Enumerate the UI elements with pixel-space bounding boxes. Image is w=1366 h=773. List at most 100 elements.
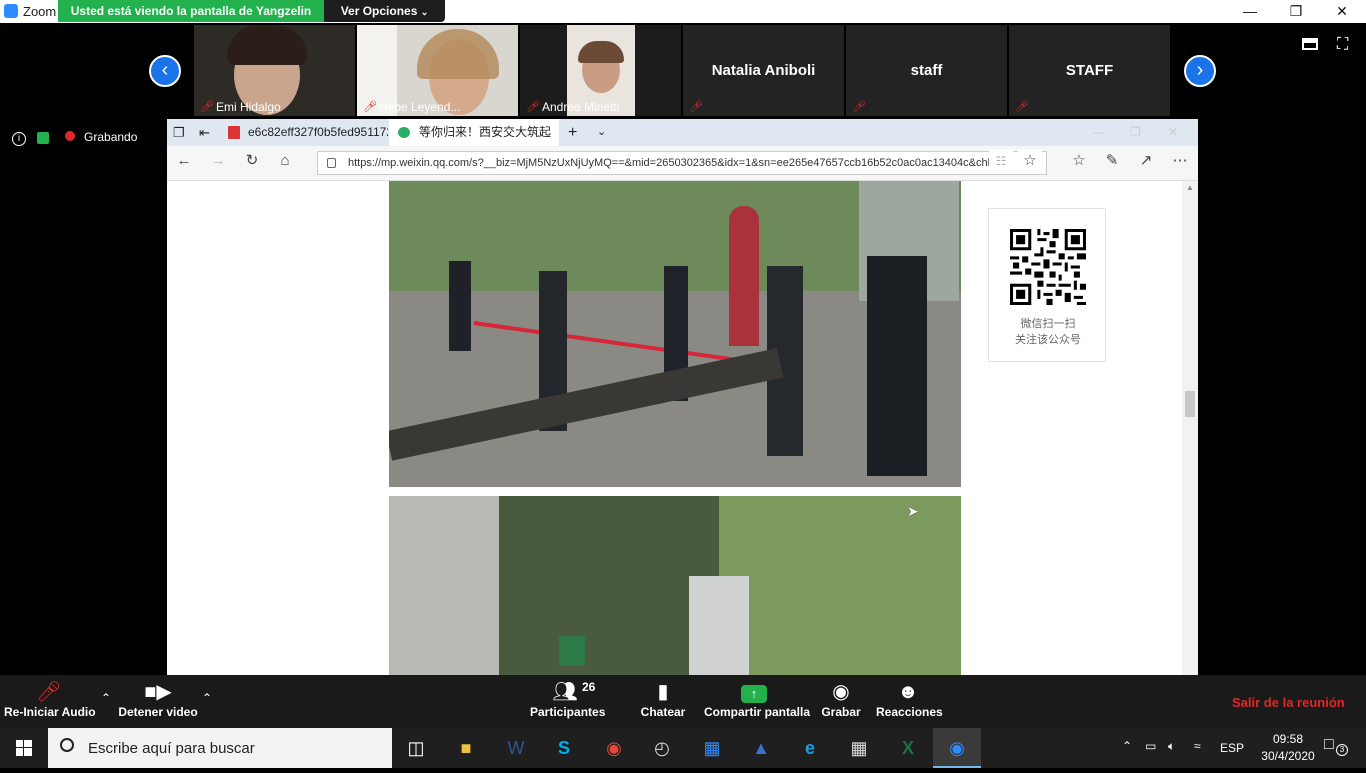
tray-chevron-up-icon[interactable]: ⌃ [1122,739,1132,753]
reading-view-icon[interactable]: ☷ [989,149,1013,173]
participant-name: Hebe Leyend... [379,100,461,114]
language-indicator[interactable]: ESP [1220,741,1244,755]
share-icon[interactable]: ↗ [1134,149,1158,173]
muted-mic-icon: 🎤︎ [200,101,214,113]
qr-card: 微信扫一扫 关注该公众号 [988,208,1106,362]
share-screen-button[interactable]: ↑ Compartir pantalla [704,675,810,728]
participant-tile[interactable]: 🎤︎ Emi Hidalgo [194,25,355,116]
photos-icon[interactable]: ▲ [737,728,785,768]
participant-name: staff [910,62,943,79]
url-input[interactable]: https://mp.weixin.qq.com/s?__biz=MjM5NzU… [317,151,1047,175]
back-arrow-icon[interactable]: ← [172,149,196,173]
gallery-prev-button[interactable]: ‹ [149,55,181,87]
clock-time: 09:58 [1272,732,1304,746]
tab-aside-icon[interactable]: ⇤ [199,119,215,146]
browser-minimize-button[interactable]: — [1093,119,1109,146]
taskbar-clock[interactable]: 09:58 30/4/2020 [1250,731,1326,765]
view-options-button[interactable]: Ver Opciones ⌄ [324,0,445,22]
muted-mic-icon: 🎤︎ [852,101,866,113]
participant-tile[interactable]: 🎤︎ Hebe Leyend... [357,25,518,116]
zoom-taskbar-icon[interactable]: ◉ [933,728,981,768]
leave-meeting-button[interactable]: Salir de la reunión [1232,695,1345,710]
calculator-icon[interactable]: ▦ [835,728,883,768]
chat-icon: ▮ [657,681,669,703]
participant-tile[interactable]: STAFF 🎤︎ [1009,25,1170,116]
clock-app-icon[interactable]: ◴ [638,728,686,768]
file-explorer-icon[interactable]: ■ [442,728,490,768]
participant-tile[interactable]: 🎤︎ Andrea Minetti [520,25,681,116]
refresh-icon[interactable]: ↻ [240,149,264,173]
battery-icon[interactable]: ▭ [1145,739,1156,753]
new-tab-button[interactable]: + [568,119,584,146]
start-button[interactable] [0,728,48,768]
wifi-icon[interactable]: ≈ [1194,739,1201,753]
chat-button[interactable]: ▮ Chatear [633,675,693,728]
share-screen-icon: ↑ [704,675,804,705]
tab-actions-icon[interactable]: ❐ [173,119,189,146]
video-options-chevron-icon[interactable]: ⌃ [202,691,212,705]
qr-caption-line: 微信扫一扫 [1020,318,1076,330]
windows-taskbar: Escribe aquí para buscar ◫ ■ W S ◉ ◴ ▦ ▲… [0,728,1366,768]
volume-icon[interactable]: 🔈︎ [1168,739,1175,754]
internet-explorer-icon[interactable]: e [786,728,834,768]
photo-umbrella [729,206,759,346]
notification-count: 3 [1336,744,1348,756]
excel-icon[interactable]: X [884,728,932,768]
favorites-list-icon[interactable]: ☆ [1067,149,1091,173]
shared-browser-window: ❐ ⇤ e6c82eff327f0b5fed951172a 等你归来！西安交大筑… [167,119,1198,675]
tab-pdf[interactable]: e6c82eff327f0b5fed951172a [222,119,388,146]
scrollbar-thumb[interactable] [1185,391,1195,417]
pen-icon[interactable]: ✎ [1100,149,1124,173]
smiley-icon: ☻ [897,681,919,703]
participant-name: Natalia Aniboli [711,62,816,79]
fullscreen-icon[interactable]: ⛶ [1337,36,1348,54]
chrome-icon[interactable]: ◉ [590,728,638,768]
info-icon[interactable]: i [12,132,26,146]
gallery-view-icon[interactable] [1302,38,1318,50]
wechat-icon [398,127,410,138]
qr-caption-line: 关注该公众号 [1015,334,1081,346]
muted-mic-icon: 🎤︎ [1015,101,1029,113]
forward-arrow-icon[interactable]: → [206,149,230,173]
lock-icon [327,158,336,168]
recording-dot-icon [64,131,75,141]
notifications-button[interactable]: □ 3 [1324,736,1348,758]
app-title: Zoom [23,4,57,19]
gallery-next-button[interactable]: › [1184,55,1216,87]
participant-name: Emi Hidalgo [216,100,281,114]
participants-button[interactable]: 👥︎ 26 Participantes [530,675,605,728]
favorite-star-icon[interactable]: ☆ [1018,149,1042,173]
scroll-up-arrow-icon[interactable]: ▲ [1186,183,1194,192]
page-scrollbar[interactable]: ▲ [1182,181,1198,675]
browser-address-bar: ← → ↻ ⌂ https://mp.weixin.qq.com/s?__biz… [167,146,1198,181]
lock-icon[interactable] [37,131,50,144]
home-icon[interactable]: ⌂ [273,149,297,173]
participant-name: Andrea Minetti [542,100,620,114]
close-button[interactable]: ✕ [1319,0,1365,23]
taskbar-search-box[interactable]: Escribe aquí para buscar [48,728,392,768]
minimize-button[interactable]: — [1227,0,1273,23]
participant-tile[interactable]: Natalia Aniboli 🎤︎ [683,25,844,116]
browser-maximize-button[interactable]: ❐ [1130,119,1146,146]
tab-wechat-article[interactable]: 等你归来！西安交大筑起 [389,119,559,146]
audio-button[interactable]: 🎤︎ Re-Iniciar Audio [4,675,96,728]
task-view-icon[interactable]: ◫ [392,728,440,768]
skype-icon[interactable]: S [540,728,588,768]
reactions-button[interactable]: ☻ Reacciones [876,675,943,728]
record-button[interactable]: ◉ Grabar [816,675,866,728]
participant-count: 26 [582,680,596,694]
word-icon[interactable]: W [492,728,540,768]
video-button[interactable]: ■▶ Detener video [118,675,198,728]
search-icon [60,738,74,752]
participant-name: STAFF [1065,62,1114,79]
tab-list-chevron-icon[interactable]: ⌄ [597,119,613,146]
participant-tile[interactable]: staff 🎤︎ [846,25,1007,116]
muted-mic-icon: 🎤︎ [689,101,703,113]
audio-options-chevron-icon[interactable]: ⌃ [101,691,111,705]
muted-mic-icon: 🎤︎ [36,681,62,703]
calendar-icon[interactable]: ▦ [688,728,736,768]
maximize-button[interactable]: ❐ [1273,0,1319,23]
more-options-icon[interactable]: ⋯ [1168,149,1192,173]
browser-close-button[interactable]: ✕ [1168,119,1184,146]
mouse-cursor-icon: ➤ [907,503,919,519]
